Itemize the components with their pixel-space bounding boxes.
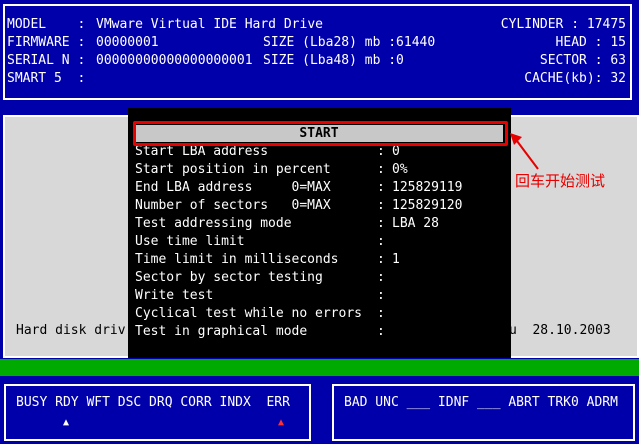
dialog-row-label[interactable]: Number of sectors 0=MAX xyxy=(135,197,331,215)
firmware-label: FIRMWARE : xyxy=(7,35,86,50)
dialog-row-value[interactable]: 125829119 xyxy=(392,179,462,197)
progress-bar xyxy=(0,359,639,376)
rdy-indicator-icon: ▲ xyxy=(63,417,70,428)
status-flags: BUSY RDY WFT DSC DRQ CORR INDX ERR xyxy=(16,395,290,410)
dialog-row-value[interactable]: 0% xyxy=(392,161,408,179)
cache-value: CACHE(kb): 32 xyxy=(524,71,626,86)
dialog-row-label[interactable]: Time limit in milliseconds xyxy=(135,251,339,269)
dialog-row-separator: : xyxy=(377,180,385,195)
head-value: HEAD : 15 xyxy=(555,35,626,50)
error-flags: BAD UNC ___ IDNF ___ ABRT TRK0 ADRM xyxy=(344,395,618,410)
lba48-size: SIZE (Lba48) mb :0 xyxy=(263,53,404,68)
dialog-row-separator: : xyxy=(377,270,385,285)
dialog-row-separator: : xyxy=(377,162,385,177)
dialog-row-value[interactable]: 125829120 xyxy=(392,197,462,215)
status-flags-panel: BUSY RDY WFT DSC DRQ CORR INDX ERR ▲ ▲ xyxy=(4,384,311,441)
dialog-row-label[interactable]: Sector by sector testing xyxy=(135,269,323,287)
model-label: MODEL : xyxy=(7,17,86,32)
dialog-row-separator: : xyxy=(377,324,385,339)
firmware-value: 00000001 xyxy=(96,35,159,50)
dialog-row-label[interactable]: Start position in percent xyxy=(135,161,331,179)
smart-label: SMART 5 : xyxy=(7,71,86,86)
dialog-row-label[interactable]: Test in graphical mode xyxy=(135,323,307,341)
background-left-text: Hard disk driv xyxy=(16,323,126,338)
err-indicator-icon: ▲ xyxy=(278,417,285,428)
cylinder-value: CYLINDER : 17475 xyxy=(500,17,626,32)
dialog-row-separator: : xyxy=(377,288,385,303)
dialog-row-separator: : xyxy=(377,252,385,267)
dialog-row-separator: : xyxy=(377,306,385,321)
dialog-row-separator: : xyxy=(377,198,385,213)
dialog-row-value[interactable]: LBA 28 xyxy=(392,215,439,233)
error-flags-panel: BAD UNC ___ IDNF ___ ABRT TRK0 ADRM xyxy=(332,384,635,441)
background-right-text: u 28.10.2003 xyxy=(509,323,611,338)
dialog-row-label[interactable]: Write test xyxy=(135,287,213,305)
start-highlight-box xyxy=(133,121,508,146)
dialog-row-value[interactable]: 1 xyxy=(392,251,400,269)
annotation-note: 回车开始测试 xyxy=(515,172,606,190)
serial-value: 00000000000000000001 xyxy=(96,53,253,68)
dialog-row-separator: : xyxy=(377,216,385,231)
dialog-row-label[interactable]: Use time limit xyxy=(135,233,245,251)
dialog-row-label[interactable]: Cyclical test while no errors xyxy=(135,305,362,323)
annotation-arrow-icon xyxy=(510,133,539,170)
serial-label: SERIAL N : xyxy=(7,53,86,68)
sector-value: SECTOR : 63 xyxy=(539,53,626,68)
lba28-size: SIZE (Lba28) mb :61440 xyxy=(263,35,436,50)
model-value: VMware Virtual IDE Hard Drive xyxy=(96,17,323,32)
dialog-row-label[interactable]: End LBA address 0=MAX xyxy=(135,179,331,197)
dialog-row-label[interactable]: Test addressing mode xyxy=(135,215,292,233)
dialog-row-separator: : xyxy=(377,234,385,249)
